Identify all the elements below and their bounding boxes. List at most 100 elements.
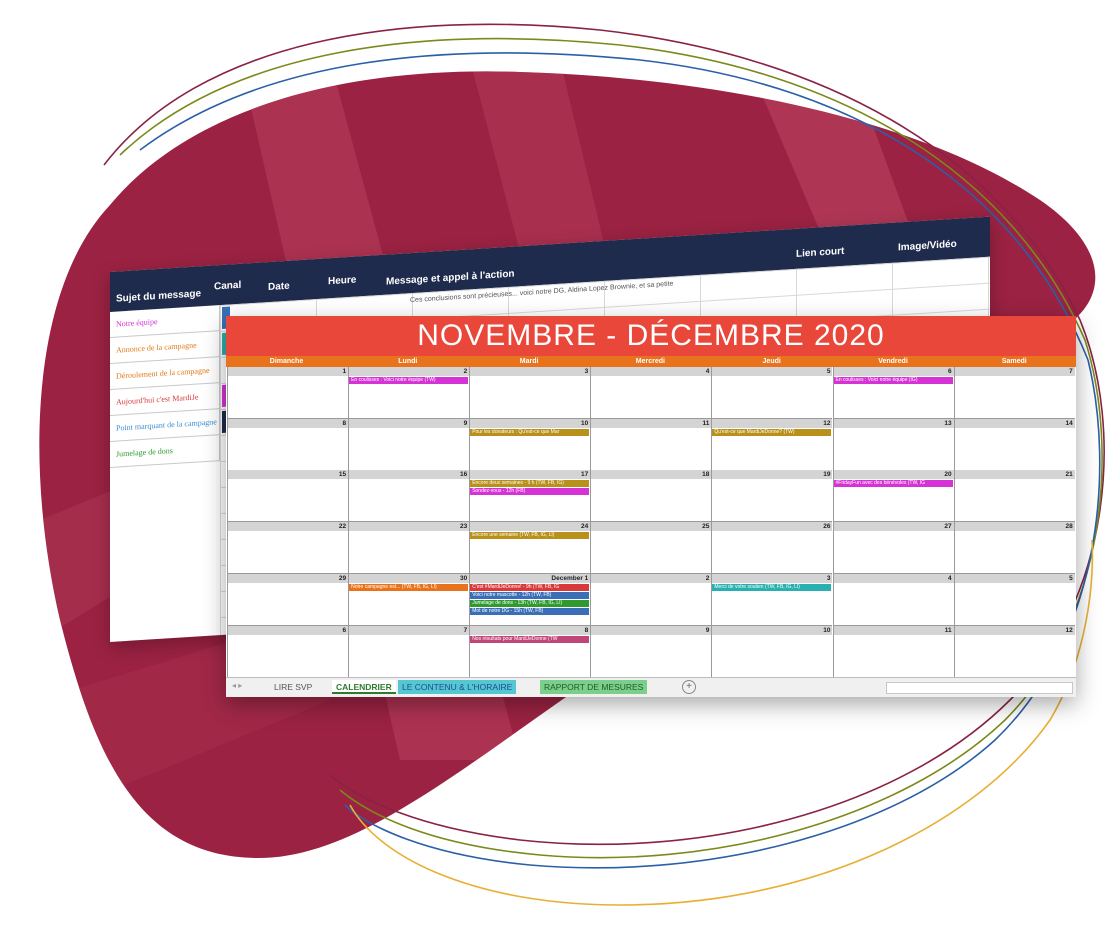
date-number: 7 [953, 367, 1075, 376]
day-cell[interactable] [590, 427, 712, 471]
sheet-tab-1[interactable]: CALENDRIER [332, 680, 396, 694]
date-number: 30 [348, 573, 470, 583]
weekday-2: Mardi [519, 358, 539, 365]
calendar-event[interactable]: Nos résultats pour MardiJeDonne (TW [470, 635, 590, 643]
day-cell[interactable] [227, 634, 349, 678]
plus-circle-icon[interactable]: + [682, 680, 696, 694]
calendar-event[interactable]: #FridayFun avec des bénévoles (TW, IG [833, 480, 953, 488]
sheet-tab-2[interactable]: LE CONTENU & L'HORAIRE [398, 680, 517, 694]
day-cell[interactable] [227, 427, 349, 471]
date-number: 25 [590, 522, 712, 532]
day-cell[interactable] [590, 479, 712, 523]
date-number: 28 [953, 522, 1075, 532]
calendar-event[interactable]: Encore une semaine (TW, FB, IG, LI) [470, 532, 590, 540]
weekday-header-row: Dimanche Lundi Mardi Mercredi Jeudi Vendredi S… [226, 356, 1076, 367]
date-number: 9 [348, 418, 470, 428]
day-cell[interactable] [711, 376, 833, 419]
day-cell[interactable] [227, 376, 349, 419]
day-cell[interactable] [953, 582, 1075, 626]
date-number: 10 [711, 625, 833, 635]
calendar-event[interactable]: En coulisses : Voici notre équipe (TW) [349, 377, 469, 384]
day-cell[interactable] [590, 582, 712, 626]
date-number: 14 [953, 418, 1075, 428]
day-cell[interactable] [953, 427, 1075, 471]
sheet-tab-3[interactable]: RAPPORT DE MESURES [540, 680, 648, 694]
calendar-event[interactable]: Encore deux semaines - 9 h (TW, FB, IG) [470, 480, 590, 488]
header-message: Message et appel à l'action [386, 268, 515, 288]
date-number: 17 [469, 470, 591, 480]
date-number: 12 [953, 625, 1075, 635]
calendar-week: 22 23 24 25 26 27 28 Encore une semaine (TW, FB… [227, 522, 1075, 575]
calendar-event[interactable]: Voici notre mascotte - 12h (TW, FB) [470, 591, 590, 599]
date-number: 12 [711, 418, 833, 428]
date-number: 2 [348, 367, 470, 376]
day-cell[interactable] [953, 531, 1075, 575]
day-cell[interactable] [832, 427, 954, 471]
calendar-sheet: NOVEMBRE - DÉCEMBRE 2020 Dimanche Lundi Ma… [226, 316, 1076, 697]
calendar-event[interactable]: Qu'est-ce que MardiJeDonne? (TW) [712, 428, 832, 436]
date-number: 3 [711, 573, 833, 583]
date-number: 19 [711, 470, 833, 480]
day-cell[interactable] [590, 634, 712, 678]
day-cell[interactable] [348, 634, 470, 678]
calendar-event[interactable]: En coulisses : Voici notre équipe (IG) [833, 377, 953, 384]
date-number: 20 [832, 470, 954, 480]
day-cell[interactable] [227, 479, 349, 523]
header-time: Heure [328, 274, 357, 288]
date-number: 22 [227, 522, 349, 532]
day-cell[interactable] [469, 376, 591, 419]
day-cell[interactable] [832, 582, 954, 626]
day-cell[interactable] [348, 427, 470, 471]
date-number: 26 [711, 522, 833, 532]
calendar-event[interactable]: C'est #MardiJeDonne! - 9h (TW, FB, IG [470, 583, 590, 591]
weekday-5: Vendredi [878, 358, 908, 365]
calendar-event[interactable]: Pour les donateurs : Qu'est-ce que Mar [470, 428, 590, 436]
day-cell[interactable] [953, 376, 1075, 419]
date-number: 7 [348, 625, 470, 635]
day-cell[interactable] [227, 531, 349, 575]
date-number: 5 [711, 367, 833, 376]
date-number: 27 [832, 522, 954, 532]
date-number: 29 [227, 573, 349, 583]
day-cell[interactable] [832, 634, 954, 678]
sheet-tab-0[interactable]: LIRE SVP [270, 680, 317, 694]
weekday-6: Samedi [1001, 358, 1027, 365]
day-cell[interactable] [348, 479, 470, 523]
day-cell[interactable] [590, 376, 712, 419]
subject-cell: Jumelage de dons [110, 435, 220, 468]
calendar-week: 8 9 10 11 12 13 14 Pour les donateurs : Qu'est-… [227, 418, 1075, 471]
date-number: 21 [953, 470, 1075, 480]
calendar-event[interactable]: Merci de votre soutien (TW, FB, IG, LI) [712, 583, 832, 591]
sheet-tab-bar: ◂ ▸ LIRE SVP CALENDRIER LE CONTENU & L'HOR… [226, 677, 1076, 697]
day-cell[interactable] [590, 531, 712, 575]
calendar-title: NOVEMBRE - DÉCEMBRE 2020 [226, 316, 1076, 356]
tab-scroll-arrows[interactable]: ◂ ▸ [232, 681, 242, 690]
date-number: 16 [348, 470, 470, 480]
day-cell[interactable] [227, 582, 349, 626]
day-cell[interactable] [711, 531, 833, 575]
date-number: 4 [832, 573, 954, 583]
day-cell[interactable] [711, 479, 833, 523]
calendar-event[interactable]: Notre campagne est... (TW, FB, IG, LI) [349, 583, 469, 591]
day-cell[interactable] [953, 479, 1075, 523]
day-cell[interactable] [953, 634, 1075, 678]
calendar-event[interactable]: Sondez-vous - 12h (FB) [470, 488, 590, 496]
day-cell[interactable] [832, 531, 954, 575]
day-cell[interactable] [711, 634, 833, 678]
date-number: 15 [227, 470, 349, 480]
date-number: 24 [469, 522, 591, 532]
header-image-video: Image/Vidéo [898, 238, 957, 254]
calendar-week: 29 30 December 1 2 3 4 5 Notre campagne est... … [227, 573, 1075, 626]
calendar-week: 1 2 3 4 5 6 7 En coulisses : Voici notre équipe… [227, 367, 1075, 419]
calendar-event[interactable]: Mot de notre DG - 15h (TW, FB) [470, 607, 590, 615]
date-number: 8 [469, 625, 591, 635]
weekday-4: Jeudi [762, 358, 781, 365]
calendar-week: 15 16 17 18 19 20 21 Encore deux semaines - 9 h… [227, 470, 1075, 523]
calendar-event[interactable]: Jumelage de dons - 13h (TW, FB, IG, LI) [470, 599, 590, 607]
date-number: 2 [590, 573, 712, 583]
date-number: 4 [590, 367, 712, 376]
date-number: 8 [227, 418, 349, 428]
day-cell[interactable] [348, 531, 470, 575]
horizontal-scrollbar[interactable] [886, 682, 1073, 694]
weekday-3: Mercredi [635, 358, 665, 365]
